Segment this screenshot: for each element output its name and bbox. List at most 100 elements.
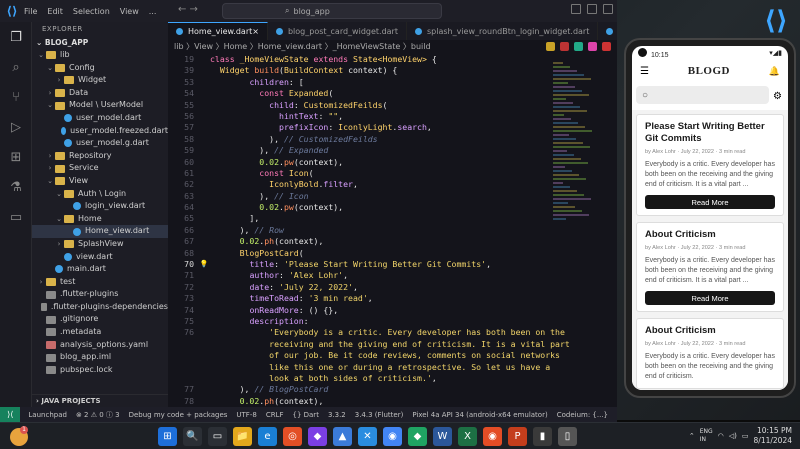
status-item[interactable]: Debug my code + packages [129,411,228,419]
word-icon[interactable]: W [433,427,452,446]
project-header[interactable]: ⌄ BLOG_APP [32,36,168,49]
app-icon[interactable]: ▲ [333,427,352,446]
status-item[interactable]: 3.3.2 [328,411,346,419]
tree-item[interactable]: Home_view.dart [32,225,168,238]
tree-item[interactable]: › Service [32,162,168,175]
status-item[interactable]: 3.4.3 (Flutter) [355,411,404,419]
menu-item-[interactable]: ... [149,7,157,16]
tree-item[interactable]: › Repository [32,150,168,163]
tree-item[interactable]: › Widget [32,74,168,87]
search-icon[interactable]: ⌕ [0,52,32,82]
excel-icon[interactable]: X [458,427,477,446]
layout-icon[interactable] [571,4,581,14]
chrome-icon[interactable]: ◉ [483,427,502,446]
editor-tab[interactable]: blog_post_card_widget.dart [268,22,407,40]
source-control-icon[interactable]: ⑂ [0,82,32,112]
tree-item[interactable]: pubspec.lock [32,364,168,377]
status-item[interactable]: Codeium: {...} [557,411,608,419]
tree-item[interactable]: ⌄ Config [32,62,168,75]
editor-tab[interactable]: Home_view.dart × [168,22,268,40]
volume-icon[interactable]: ◁) [729,432,737,440]
tree-item[interactable]: ⌄ Model \ UserModel [32,99,168,112]
menu-item-selection[interactable]: Selection [73,7,110,16]
tree-item[interactable]: › Data [32,87,168,100]
explorer-icon[interactable]: ❐ [0,22,32,52]
status-item[interactable]: Launchpad [28,411,67,419]
minimap[interactable] [553,62,595,262]
step-over-icon[interactable] [574,42,583,51]
extensions-icon[interactable]: ⊞ [0,142,32,172]
tree-item[interactable]: .flutter-plugins-dependencies [32,301,168,314]
layout-icon[interactable] [587,4,597,14]
testing-icon[interactable]: ⚗ [0,172,32,202]
menu-icon[interactable]: ☰ [640,66,649,77]
run-debug-icon[interactable]: ▷ [0,112,32,142]
remote-icon[interactable]: ▭ [0,202,32,232]
tree-item[interactable]: user_model.g.dart [32,137,168,150]
file-explorer-icon[interactable]: 📁 [233,427,252,446]
tree-item[interactable]: › SplashView [32,238,168,251]
tree-item[interactable]: user_model.freezed.dart [32,125,168,138]
tree-item[interactable]: user_model.dart [32,112,168,125]
editor-tab[interactable]: spla [598,22,617,40]
tree-item[interactable]: analysis_options.yaml [32,339,168,352]
pause-icon[interactable] [546,42,555,51]
status-item[interactable]: {} Dart [293,411,319,419]
command-center-search[interactable]: ⌕ blog_app [222,3,442,19]
close-icon[interactable]: × [252,27,259,36]
continue-icon[interactable] [560,42,569,51]
menu-item-edit[interactable]: Edit [47,7,63,16]
tree-item[interactable]: ⌄ View [32,175,168,188]
tree-item[interactable]: main.dart [32,263,168,276]
tree-item[interactable]: ⌄ lib [32,49,168,62]
tree-item[interactable]: .flutter-plugins [32,288,168,301]
lightbulb-icon[interactable]: 💡 [198,259,210,270]
menu-item-view[interactable]: View [120,7,139,16]
terminal-icon[interactable]: ▮ [533,427,552,446]
task-view-icon[interactable]: ▭ [208,427,227,446]
post-card[interactable]: About Criticism by Alex Lohr · July 22, 2… [636,318,784,389]
tree-item[interactable]: login_view.dart [32,200,168,213]
powerpoint-icon[interactable]: P [508,427,527,446]
battery-icon[interactable]: ▭ [742,432,749,440]
emulator-icon[interactable]: ▯ [558,427,577,446]
opera-icon[interactable]: ◎ [283,427,302,446]
app-icon[interactable]: ◆ [308,427,327,446]
menu-item-file[interactable]: File [24,7,37,16]
read-more-button[interactable]: Read More [645,291,775,305]
search-field[interactable]: ○ [636,86,770,104]
edge-icon[interactable]: e [258,427,277,446]
tree-item[interactable]: ⌄ Home [32,213,168,226]
tree-item[interactable]: blog_app.iml [32,351,168,364]
start-icon[interactable]: ⊞ [158,427,177,446]
chevron-up-icon[interactable]: ⌃ [689,432,695,440]
wifi-icon[interactable]: ◠ [718,432,724,440]
language-indicator[interactable]: ENG IN [700,428,713,444]
tree-item[interactable]: › test [32,276,168,289]
tree-item[interactable]: view.dart [32,251,168,264]
stop-icon[interactable] [602,42,611,51]
read-more-button[interactable]: Read More [645,195,775,209]
status-item[interactable]: ⊗ 2 ⚠ 0 ⓘ 3 [76,410,120,420]
post-card[interactable]: Please Start Writing Better Git Commits b… [636,114,784,216]
tree-item[interactable]: ⌄ Auth \ Login [32,188,168,201]
layout-icon[interactable] [603,4,613,14]
editor-scrollbar[interactable] [609,58,615,398]
status-item[interactable]: CRLF [266,411,284,419]
clock[interactable]: 10:15 PM 8/11/2024 [754,426,792,446]
post-card[interactable]: About Criticism by Alex Lohr · July 22, 2… [636,222,784,312]
status-item[interactable]: UTF-8 [236,411,256,419]
app-icon[interactable]: ◆ [408,427,427,446]
tree-item[interactable]: .gitignore [32,313,168,326]
tree-item[interactable]: .metadata [32,326,168,339]
notification-bell-icon[interactable]: 🔔 [769,66,780,77]
filter-icon[interactable]: ⚙ [773,91,782,102]
status-item[interactable]: Pixel 4a API 34 (android-x64 emulator) [412,411,547,419]
code-editor[interactable]: 19 class _HomeViewState extends State<Hom… [168,54,617,407]
vscode-icon[interactable]: ✕ [358,427,377,446]
editor-tab[interactable]: splash_view_roundBtn_login_widget.dart [407,22,599,40]
search-icon[interactable]: 🔍 [183,427,202,446]
restart-icon[interactable] [588,42,597,51]
java-projects-header[interactable]: › JAVA PROJECTS [32,394,168,407]
remote-indicator-icon[interactable]: ⟩⟨ [0,407,21,422]
